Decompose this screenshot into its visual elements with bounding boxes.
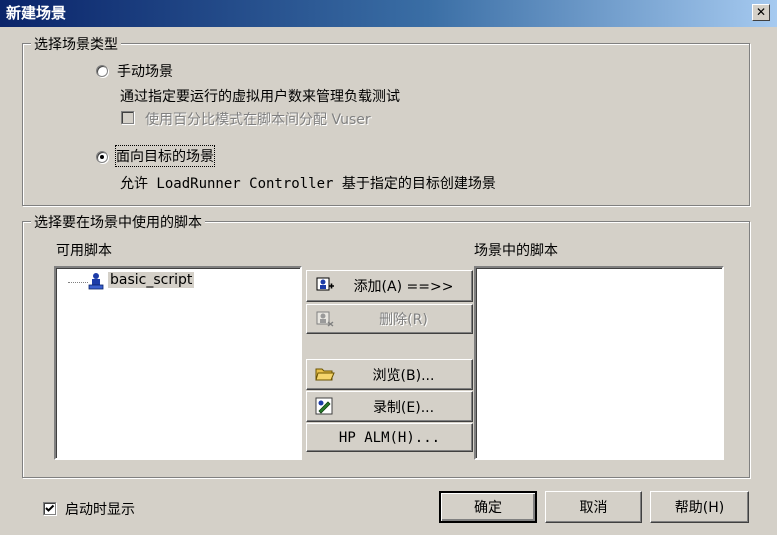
record-button[interactable]: 录制(E)... — [306, 391, 473, 422]
percent-mode-label: 使用百分比模式在脚本间分配 Vuser — [145, 112, 371, 128]
title-bar: 新建场景 ✕ — [0, 0, 777, 27]
hp-alm-button-label: HP ALM(H)... — [338, 429, 441, 446]
help-button-label: 帮助(H) — [674, 500, 725, 516]
scenario-scripts-list[interactable] — [474, 266, 724, 460]
goal-scenario-radio[interactable] — [96, 151, 108, 163]
add-button[interactable]: 添加(A) ==>> — [306, 270, 473, 302]
cancel-button[interactable]: 取消 — [545, 491, 642, 523]
ok-button-label: 确定 — [474, 500, 502, 516]
available-scripts-label: 可用脚本 — [56, 243, 112, 259]
scripts-legend: 选择要在场景中使用的脚本 — [31, 212, 205, 232]
tree-connector — [68, 282, 88, 283]
scenario-scripts-label: 场景中的脚本 — [474, 243, 558, 259]
script-name: basic_script — [108, 272, 195, 288]
vuser-script-icon — [88, 272, 104, 290]
manual-scenario-radio[interactable] — [96, 65, 108, 77]
record-button-label: 录制(E)... — [372, 399, 435, 416]
checkmark-icon — [44, 503, 55, 514]
close-button[interactable]: ✕ — [752, 4, 770, 21]
add-button-label: 添加(A) ==>> — [353, 279, 454, 295]
percent-mode-checkbox[interactable] — [121, 111, 134, 124]
close-icon: ✕ — [755, 5, 767, 19]
goal-scenario-label[interactable]: 面向目标的场景 — [115, 145, 215, 167]
remove-button-label: 删除(R) — [379, 312, 428, 328]
available-scripts-list[interactable]: basic_script — [54, 266, 302, 460]
browse-button-label: 浏览(B)... — [372, 367, 435, 384]
scenario-type-legend: 选择场景类型 — [31, 34, 121, 54]
remove-button[interactable]: 删除(R) — [306, 304, 473, 334]
help-button[interactable]: 帮助(H) — [650, 491, 749, 523]
show-at-startup-label[interactable]: 启动时显示 — [65, 499, 135, 519]
cancel-button-label: 取消 — [579, 500, 608, 516]
manual-scenario-description: 通过指定要运行的虚拟用户数来管理负载测试 — [120, 89, 400, 105]
hp-alm-button[interactable]: HP ALM(H)... — [306, 423, 473, 452]
ok-button[interactable]: 确定 — [439, 491, 537, 523]
show-at-startup-checkbox[interactable] — [43, 502, 56, 515]
manual-scenario-label[interactable]: 手动场景 — [117, 61, 173, 81]
goal-scenario-description: 允许 LoadRunner Controller 基于指定的目标创建场景 — [120, 176, 496, 192]
browse-button[interactable]: 浏览(B)... — [306, 359, 473, 390]
window-title: 新建场景 — [6, 4, 67, 22]
